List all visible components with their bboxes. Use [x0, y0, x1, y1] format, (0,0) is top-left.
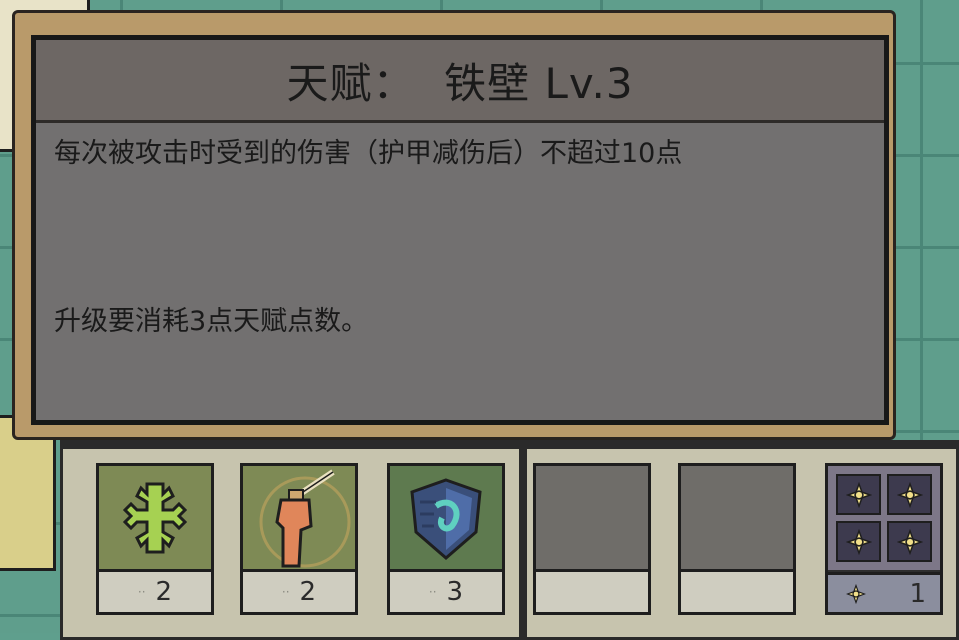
talent-slot-4-empty[interactable]: [533, 463, 651, 615]
talent-slot-face: [243, 466, 355, 570]
talent-slot-face: [99, 466, 211, 570]
shield-icon: [410, 478, 482, 560]
talent-slot-count: ·· 3: [390, 569, 502, 612]
talent-slot-3[interactable]: ·· 3: [387, 463, 505, 615]
talent-slot-count: ·· 2: [243, 569, 355, 612]
gem-grid: [836, 474, 932, 562]
tooltip-title-bar: 天赋： 铁壁 Lv.3: [36, 40, 884, 123]
green-cross-icon: [122, 482, 188, 554]
talent-points-slot[interactable]: 1: [825, 463, 943, 615]
talent-slot-5-empty[interactable]: [678, 463, 796, 615]
talent-slot-2[interactable]: ·· 2: [240, 463, 358, 615]
star-gem-icon: [845, 528, 872, 555]
talent-bar-divider: [519, 443, 527, 637]
talent-slot-count: ·· 2: [99, 569, 211, 612]
star-gem-icon: [846, 583, 866, 604]
talent-description: 每次被攻击时受到的伤害（护甲减伤后）不超过10点: [54, 138, 683, 169]
talent-tooltip: 天赋： 铁壁 Lv.3 每次被攻击时受到的伤害（护甲减伤后）不超过10点 升级要…: [12, 10, 896, 440]
talent-tooltip-inner: 天赋： 铁壁 Lv.3 每次被攻击时受到的伤害（护甲减伤后）不超过10点 升级要…: [31, 35, 889, 425]
talent-title: 天赋： 铁壁 Lv.3: [286, 58, 634, 108]
talent-slot-face: [390, 466, 502, 570]
talent-points-count: 1: [828, 572, 940, 612]
star-gem-icon: [896, 528, 923, 555]
upgrade-cost-text: 升级要消耗3点天赋点数。: [54, 306, 369, 337]
sword-fist-icon: [259, 469, 351, 568]
talent-slot-1[interactable]: ·· 2: [96, 463, 214, 615]
tooltip-body: 每次被攻击时受到的伤害（护甲减伤后）不超过10点 升级要消耗3点天赋点数。: [36, 123, 884, 420]
star-gem-icon: [896, 481, 923, 508]
star-gem-icon: [845, 481, 872, 508]
